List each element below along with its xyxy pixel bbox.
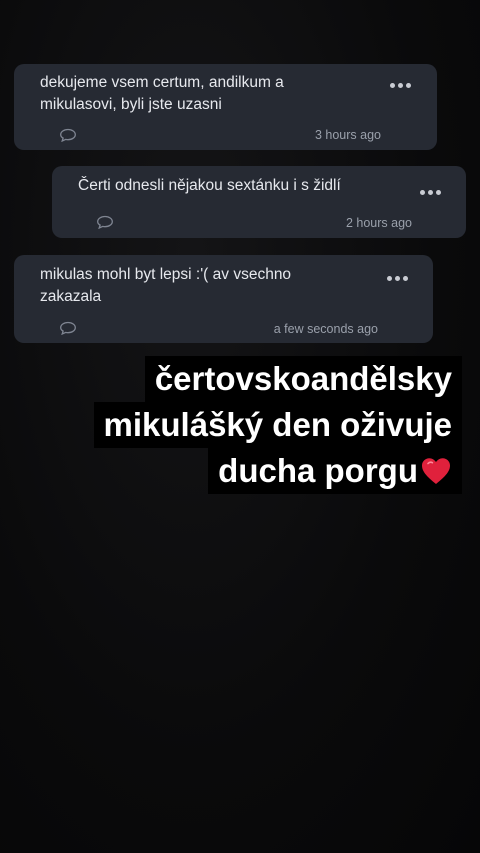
comment-text: Čerti odnesli nějakou sextánku i s židlí — [78, 177, 341, 194]
caption-line-1: čertovskoandělsky — [144, 356, 462, 402]
story-screen: dekujeme vsem certum, andilkum a mikulas… — [0, 0, 480, 853]
comment-card: mikulas mohl byt lepsi :'( av vsechno za… — [14, 255, 433, 343]
comment-timestamp: 2 hours ago — [345, 216, 412, 230]
caption-line-3: ducha porgu — [208, 448, 462, 494]
reply-bubble-icon[interactable] — [59, 128, 77, 142]
heart-icon — [422, 458, 450, 484]
caption-line-3-text: ducha porgu — [218, 452, 418, 489]
comment-card: Čerti odnesli nějakou sextánku i s židlí… — [52, 166, 466, 238]
more-options-icon[interactable] — [387, 276, 408, 281]
more-options-icon[interactable] — [390, 83, 411, 88]
comment-card: dekujeme vsem certum, andilkum a mikulas… — [14, 64, 437, 150]
more-options-icon[interactable] — [420, 190, 441, 195]
comment-text: dekujeme vsem certum, andilkum a mikulas… — [40, 74, 284, 113]
comment-timestamp: 3 hours ago — [314, 128, 381, 142]
story-caption: čertovskoandělsky mikulášký den oživuje … — [93, 356, 462, 494]
reply-bubble-icon[interactable] — [96, 215, 114, 229]
reply-bubble-icon[interactable] — [59, 321, 77, 335]
comment-text: mikulas mohl byt lepsi :'( av vsechno za… — [40, 266, 292, 305]
caption-line-2: mikulášký den oživuje — [93, 402, 462, 448]
comment-timestamp: a few seconds ago — [273, 322, 378, 336]
